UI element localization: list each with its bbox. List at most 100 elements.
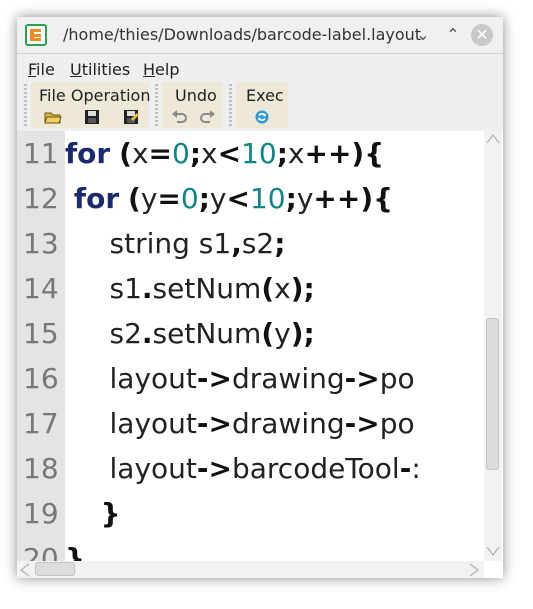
text-token: s2	[65, 317, 142, 350]
text-token: drawing	[231, 362, 345, 395]
execute-icon[interactable]	[253, 109, 271, 125]
operator-token: .	[141, 272, 153, 305]
title-bar[interactable]: /home/thies/Downloads/barcode-label.layo…	[17, 17, 503, 54]
number-token: 10	[241, 137, 277, 170]
scroll-left-icon[interactable]	[20, 563, 30, 577]
operator-token: =	[157, 182, 181, 215]
line-number: 18	[23, 452, 59, 485]
undo-icon[interactable]	[171, 109, 189, 125]
toolbar-group-file-operation: File Operation	[31, 82, 151, 128]
operator-token: (	[261, 317, 275, 350]
text-token: po	[379, 407, 415, 440]
menu-help-label: elp	[155, 60, 180, 79]
number-token: 0	[180, 182, 199, 215]
code-text: s2.setNum(y);	[65, 311, 315, 356]
operator-token: ->	[344, 407, 380, 440]
text-token: y	[274, 317, 291, 350]
text-token: :	[411, 452, 421, 485]
close-button[interactable]: ✕	[471, 24, 493, 46]
code-editor[interactable]: 11 for (x=0;x<10;x++){12 for (y=0;y<10;y+…	[17, 131, 503, 578]
text-token: y	[140, 182, 158, 215]
text-token: layout	[65, 452, 197, 485]
minimize-button[interactable]: ⌄	[411, 23, 435, 47]
scroll-right-icon[interactable]	[469, 563, 479, 577]
toolbar-group-exec: Exec	[236, 82, 288, 128]
text-token: barcodeTool	[231, 452, 400, 485]
text-token: y	[209, 182, 227, 215]
menu-file-label: ile	[36, 60, 55, 79]
save-icon[interactable]	[83, 109, 101, 125]
line-number: 12	[23, 182, 59, 215]
text-token: y	[296, 182, 314, 215]
operator-token: <	[226, 182, 250, 215]
scroll-down-icon[interactable]	[486, 546, 500, 556]
operator-token: ->	[196, 362, 232, 395]
text-token: layout	[65, 362, 197, 395]
vertical-scrollbar[interactable]	[484, 131, 502, 561]
operator-token: ){	[351, 137, 385, 170]
operator-token: ,	[231, 227, 242, 260]
toolbar: File Operation Undo Exec	[17, 80, 503, 130]
text-token: po	[379, 362, 415, 395]
toolbar-grip[interactable]	[229, 84, 232, 126]
text-token: setNum	[152, 317, 262, 350]
operator-token: ;	[276, 137, 288, 170]
menu-utilities-mnemonic: U	[70, 60, 82, 79]
text-token: s1	[65, 272, 142, 305]
toolbar-group-label: File Operation	[39, 86, 151, 105]
toolbar-group-label: Exec	[246, 86, 284, 105]
operator-token: ->	[196, 452, 232, 485]
text-token: x	[131, 137, 149, 170]
operator-token: ;	[198, 182, 210, 215]
code-text: s1.setNum(x);	[65, 266, 315, 311]
code-text: }	[65, 491, 121, 536]
keyword-token: for	[65, 137, 111, 170]
toolbar-group-undo: Undo	[162, 82, 223, 128]
text-token: s2	[241, 227, 275, 260]
operator-token: ++	[304, 137, 352, 170]
number-token: 0	[171, 137, 190, 170]
code-text: layout->barcodeTool-:	[65, 446, 421, 491]
code-text: for (x=0;x<10;x++){	[65, 131, 384, 176]
horizontal-scroll-thumb[interactable]	[35, 562, 75, 576]
open-folder-icon[interactable]	[44, 109, 62, 125]
line-number: 15	[23, 317, 59, 350]
horizontal-scrollbar[interactable]	[17, 561, 484, 578]
save-as-icon[interactable]	[122, 109, 140, 125]
code-text: layout->drawing->po	[65, 356, 415, 401]
text-token: drawing	[231, 407, 345, 440]
operator-token: ;	[285, 182, 297, 215]
code-text: layout->drawing->po	[65, 401, 415, 446]
menu-file[interactable]: File	[28, 60, 55, 79]
operator-token: .	[141, 317, 153, 350]
operator-token: (	[261, 272, 275, 305]
menu-utilities[interactable]: Utilities	[70, 60, 130, 79]
operator-token: ++	[313, 182, 361, 215]
operator-token: <	[217, 137, 242, 170]
toolbar-grip[interactable]	[155, 84, 158, 126]
redo-icon[interactable]	[198, 109, 216, 125]
operator-token: ){	[360, 182, 394, 215]
app-window: /home/thies/Downloads/barcode-label.layo…	[17, 17, 503, 578]
line-number: 13	[23, 227, 59, 260]
operator-token: ;	[189, 137, 202, 170]
menu-bar: File Utilities Help	[17, 54, 503, 80]
number-token: 10	[249, 182, 286, 215]
operator-token: ;	[274, 227, 286, 260]
app-logo-icon	[25, 24, 47, 46]
maximize-button[interactable]: ⌃	[441, 23, 465, 47]
operator-token: );	[290, 317, 315, 350]
operator-token: );	[290, 272, 315, 305]
toolbar-grip[interactable]	[24, 84, 27, 126]
window-title: /home/thies/Downloads/barcode-label.layo…	[63, 25, 422, 44]
line-number: 19	[23, 497, 59, 530]
vertical-scroll-thumb[interactable]	[486, 318, 499, 470]
menu-help[interactable]: Help	[143, 60, 179, 79]
scroll-up-icon[interactable]	[486, 134, 500, 144]
code-text: for (y=0;y<10;y++){	[65, 176, 393, 221]
operator-token: =	[148, 137, 172, 170]
